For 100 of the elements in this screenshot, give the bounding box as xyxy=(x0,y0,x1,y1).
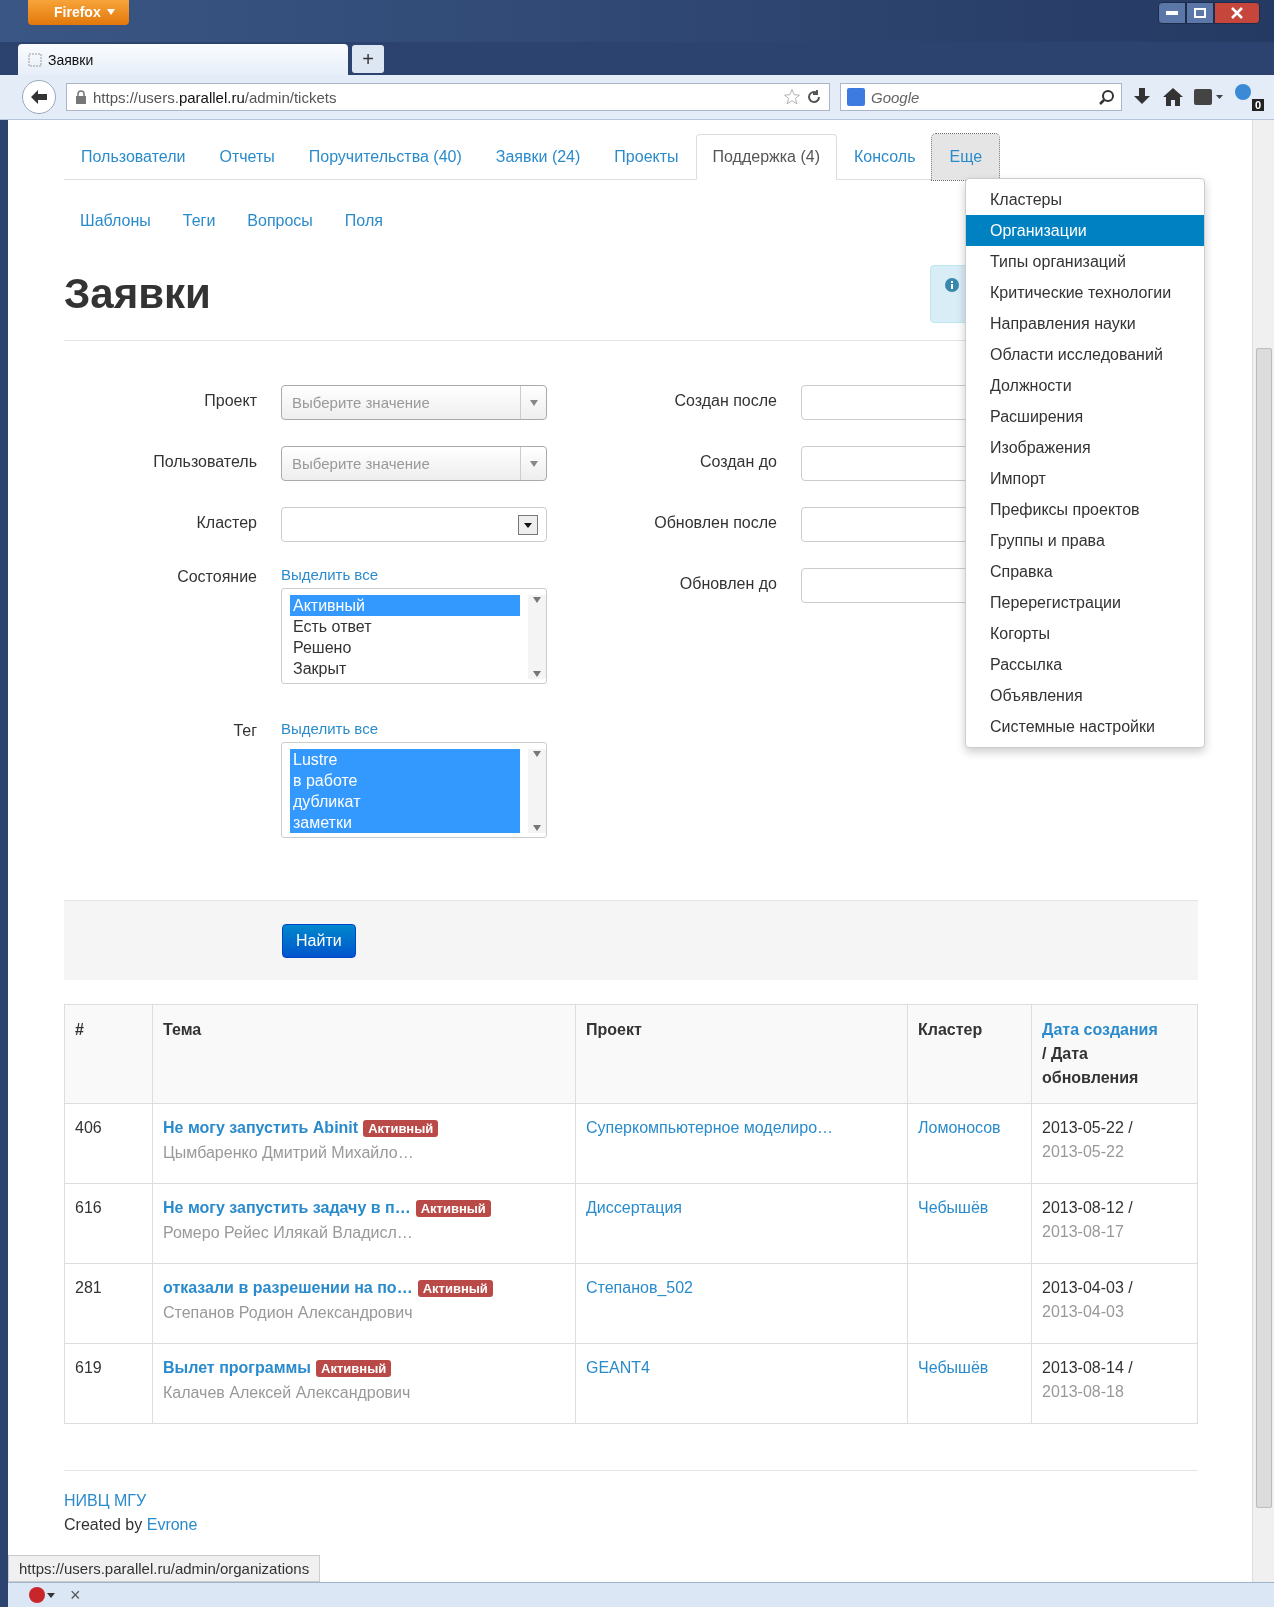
nav-tab[interactable]: Поддержка (4) xyxy=(695,134,837,180)
nav-tab[interactable]: Еще xyxy=(932,134,1000,180)
menu-item[interactable]: Объявления xyxy=(966,680,1204,711)
updated-date: 2013-04-03 xyxy=(1042,1302,1125,1322)
home-icon[interactable] xyxy=(1162,87,1184,107)
field-label: Создан до xyxy=(699,452,777,471)
table-cell: 406 xyxy=(64,1103,153,1184)
address-field[interactable]: https://users.parallel.ru/admin/tickets xyxy=(66,83,830,111)
menu-item[interactable]: Группы и права xyxy=(966,525,1204,556)
list-option[interactable]: дубликат xyxy=(290,791,520,812)
menu-item[interactable]: Перерегистрации xyxy=(966,587,1204,618)
adblock-icon[interactable] xyxy=(28,1586,56,1604)
sub-nav-link[interactable]: Поля xyxy=(328,202,399,240)
cluster-link[interactable]: Чебышёв xyxy=(918,1359,989,1376)
author-name: Ромеро Рейес Илякай Владисл… xyxy=(163,1223,414,1243)
list-option[interactable]: Решено xyxy=(290,637,520,658)
field-label: Обновлен после xyxy=(653,513,777,532)
bookmarks-icon[interactable] xyxy=(1194,88,1224,106)
browser-tab[interactable]: Заявки xyxy=(18,44,348,75)
download-icon[interactable] xyxy=(1132,87,1152,107)
nav-tab[interactable]: Проекты xyxy=(597,134,696,180)
menu-item[interactable]: Импорт xyxy=(966,463,1204,494)
new-tab-button[interactable]: + xyxy=(352,45,384,73)
caret-icon xyxy=(529,399,538,406)
ticket-link[interactable]: Вылет программы xyxy=(163,1359,312,1376)
ticket-link[interactable]: Не могу запустить Abinit xyxy=(163,1119,359,1136)
project-link[interactable]: Степанов_502 xyxy=(586,1279,693,1296)
menu-item[interactable]: Направления науки xyxy=(966,308,1204,339)
status-badge: Активный xyxy=(415,1200,491,1217)
select-all-link[interactable]: Выделить все xyxy=(281,720,547,737)
menu-item[interactable]: Изображения xyxy=(966,432,1204,463)
created-date: 2013-08-12 / xyxy=(1042,1198,1134,1218)
menu-item[interactable]: Организации xyxy=(966,215,1204,246)
table-cell: 281 xyxy=(64,1263,153,1344)
select-field[interactable]: Выберите значение xyxy=(281,446,547,481)
menu-item[interactable]: Кластеры xyxy=(966,184,1204,215)
search-field[interactable]: Google xyxy=(840,83,1122,111)
list-box[interactable]: Lustre в работе дубликат заметки xyxy=(281,742,547,838)
cluster-link[interactable]: Ломоносов xyxy=(918,1119,1001,1136)
page-icon xyxy=(28,52,42,67)
list-option[interactable]: Lustre xyxy=(290,749,520,770)
ticket-link[interactable]: отказали в разрешении на по… xyxy=(163,1279,413,1296)
caret-icon xyxy=(533,751,541,757)
menu-item[interactable]: Расширения xyxy=(966,401,1204,432)
list-option[interactable]: в работе xyxy=(290,770,520,791)
list-option[interactable]: Закрыт xyxy=(290,658,520,679)
column-header: # xyxy=(64,1004,153,1104)
list-option[interactable]: Активный xyxy=(290,595,520,616)
sort-link[interactable]: Дата создания xyxy=(1042,1021,1158,1038)
menu-item[interactable]: Должности xyxy=(966,370,1204,401)
maximize-icon xyxy=(1194,8,1206,18)
minimize-button[interactable] xyxy=(1158,2,1186,24)
maximize-button[interactable] xyxy=(1186,2,1214,24)
select-field[interactable]: Выберите значение xyxy=(281,385,547,420)
status-badge: Активный xyxy=(316,1360,392,1377)
list-option[interactable]: заметки xyxy=(290,812,520,833)
column-header: / Дата обновления xyxy=(1042,1044,1140,1088)
sub-nav-link[interactable]: Теги xyxy=(166,202,232,240)
nav-tab[interactable]: Консоль xyxy=(837,134,933,180)
ticket-link[interactable]: Не могу запустить задачу в п… xyxy=(163,1199,411,1216)
list-option[interactable]: Есть ответ xyxy=(290,616,520,637)
sub-nav-link[interactable]: Вопросы xyxy=(231,202,329,240)
menu-item[interactable]: Справка xyxy=(966,556,1204,587)
created-date: 2013-04-03 / xyxy=(1042,1278,1134,1298)
menu-item[interactable]: Области исследований xyxy=(966,339,1204,370)
menu-item[interactable]: Типы организаций xyxy=(966,246,1204,277)
credit-link[interactable]: Evrone xyxy=(146,1516,198,1533)
caret-icon xyxy=(533,597,541,603)
back-button[interactable] xyxy=(22,80,56,114)
column-header: Проект xyxy=(575,1004,908,1104)
created-date: 2013-05-22 / xyxy=(1042,1118,1134,1138)
close-button[interactable] xyxy=(1214,2,1260,24)
close-addon-bar-button[interactable]: × xyxy=(70,1584,81,1606)
search-icon[interactable] xyxy=(1099,89,1115,105)
author-name: Калачев Алексей Александрович xyxy=(163,1383,412,1403)
menu-item[interactable]: Системные настройки xyxy=(966,711,1204,742)
reload-icon[interactable] xyxy=(807,90,821,104)
nav-tab[interactable]: Поручительства (40) xyxy=(291,134,479,180)
search-button[interactable]: Найти xyxy=(282,923,356,958)
sub-nav-link[interactable]: Шаблоны xyxy=(64,202,167,240)
minimize-icon xyxy=(1166,11,1178,15)
column-header: Тема xyxy=(152,1004,576,1104)
footer-link[interactable]: НИВЦ МГУ xyxy=(64,1491,1198,1511)
select-field[interactable] xyxy=(281,507,547,542)
menu-item[interactable]: Критические технологии xyxy=(966,277,1204,308)
project-link[interactable]: Суперкомпьютерное моделиро… xyxy=(586,1119,834,1136)
list-box[interactable]: Активный Есть ответ Решено Закрыт xyxy=(281,588,547,684)
menu-item[interactable]: Префиксы проектов xyxy=(966,494,1204,525)
nav-tab[interactable]: Пользователи xyxy=(64,134,203,180)
project-link[interactable]: GEANT4 xyxy=(586,1359,650,1376)
menu-item[interactable]: Рассылка xyxy=(966,649,1204,680)
star-icon[interactable] xyxy=(783,88,801,106)
status-url: https://users.parallel.ru/admin/organizations xyxy=(8,1555,321,1582)
nav-tab[interactable]: Заявки (24) xyxy=(478,134,598,180)
firefox-menu-button[interactable]: Firefox xyxy=(28,0,129,25)
nav-tab[interactable]: Отчеты xyxy=(202,134,292,180)
select-all-link[interactable]: Выделить все xyxy=(281,566,547,583)
menu-item[interactable]: Когорты xyxy=(966,618,1204,649)
project-link[interactable]: Диссертация xyxy=(586,1199,683,1216)
cluster-link[interactable]: Чебышёв xyxy=(918,1199,989,1216)
